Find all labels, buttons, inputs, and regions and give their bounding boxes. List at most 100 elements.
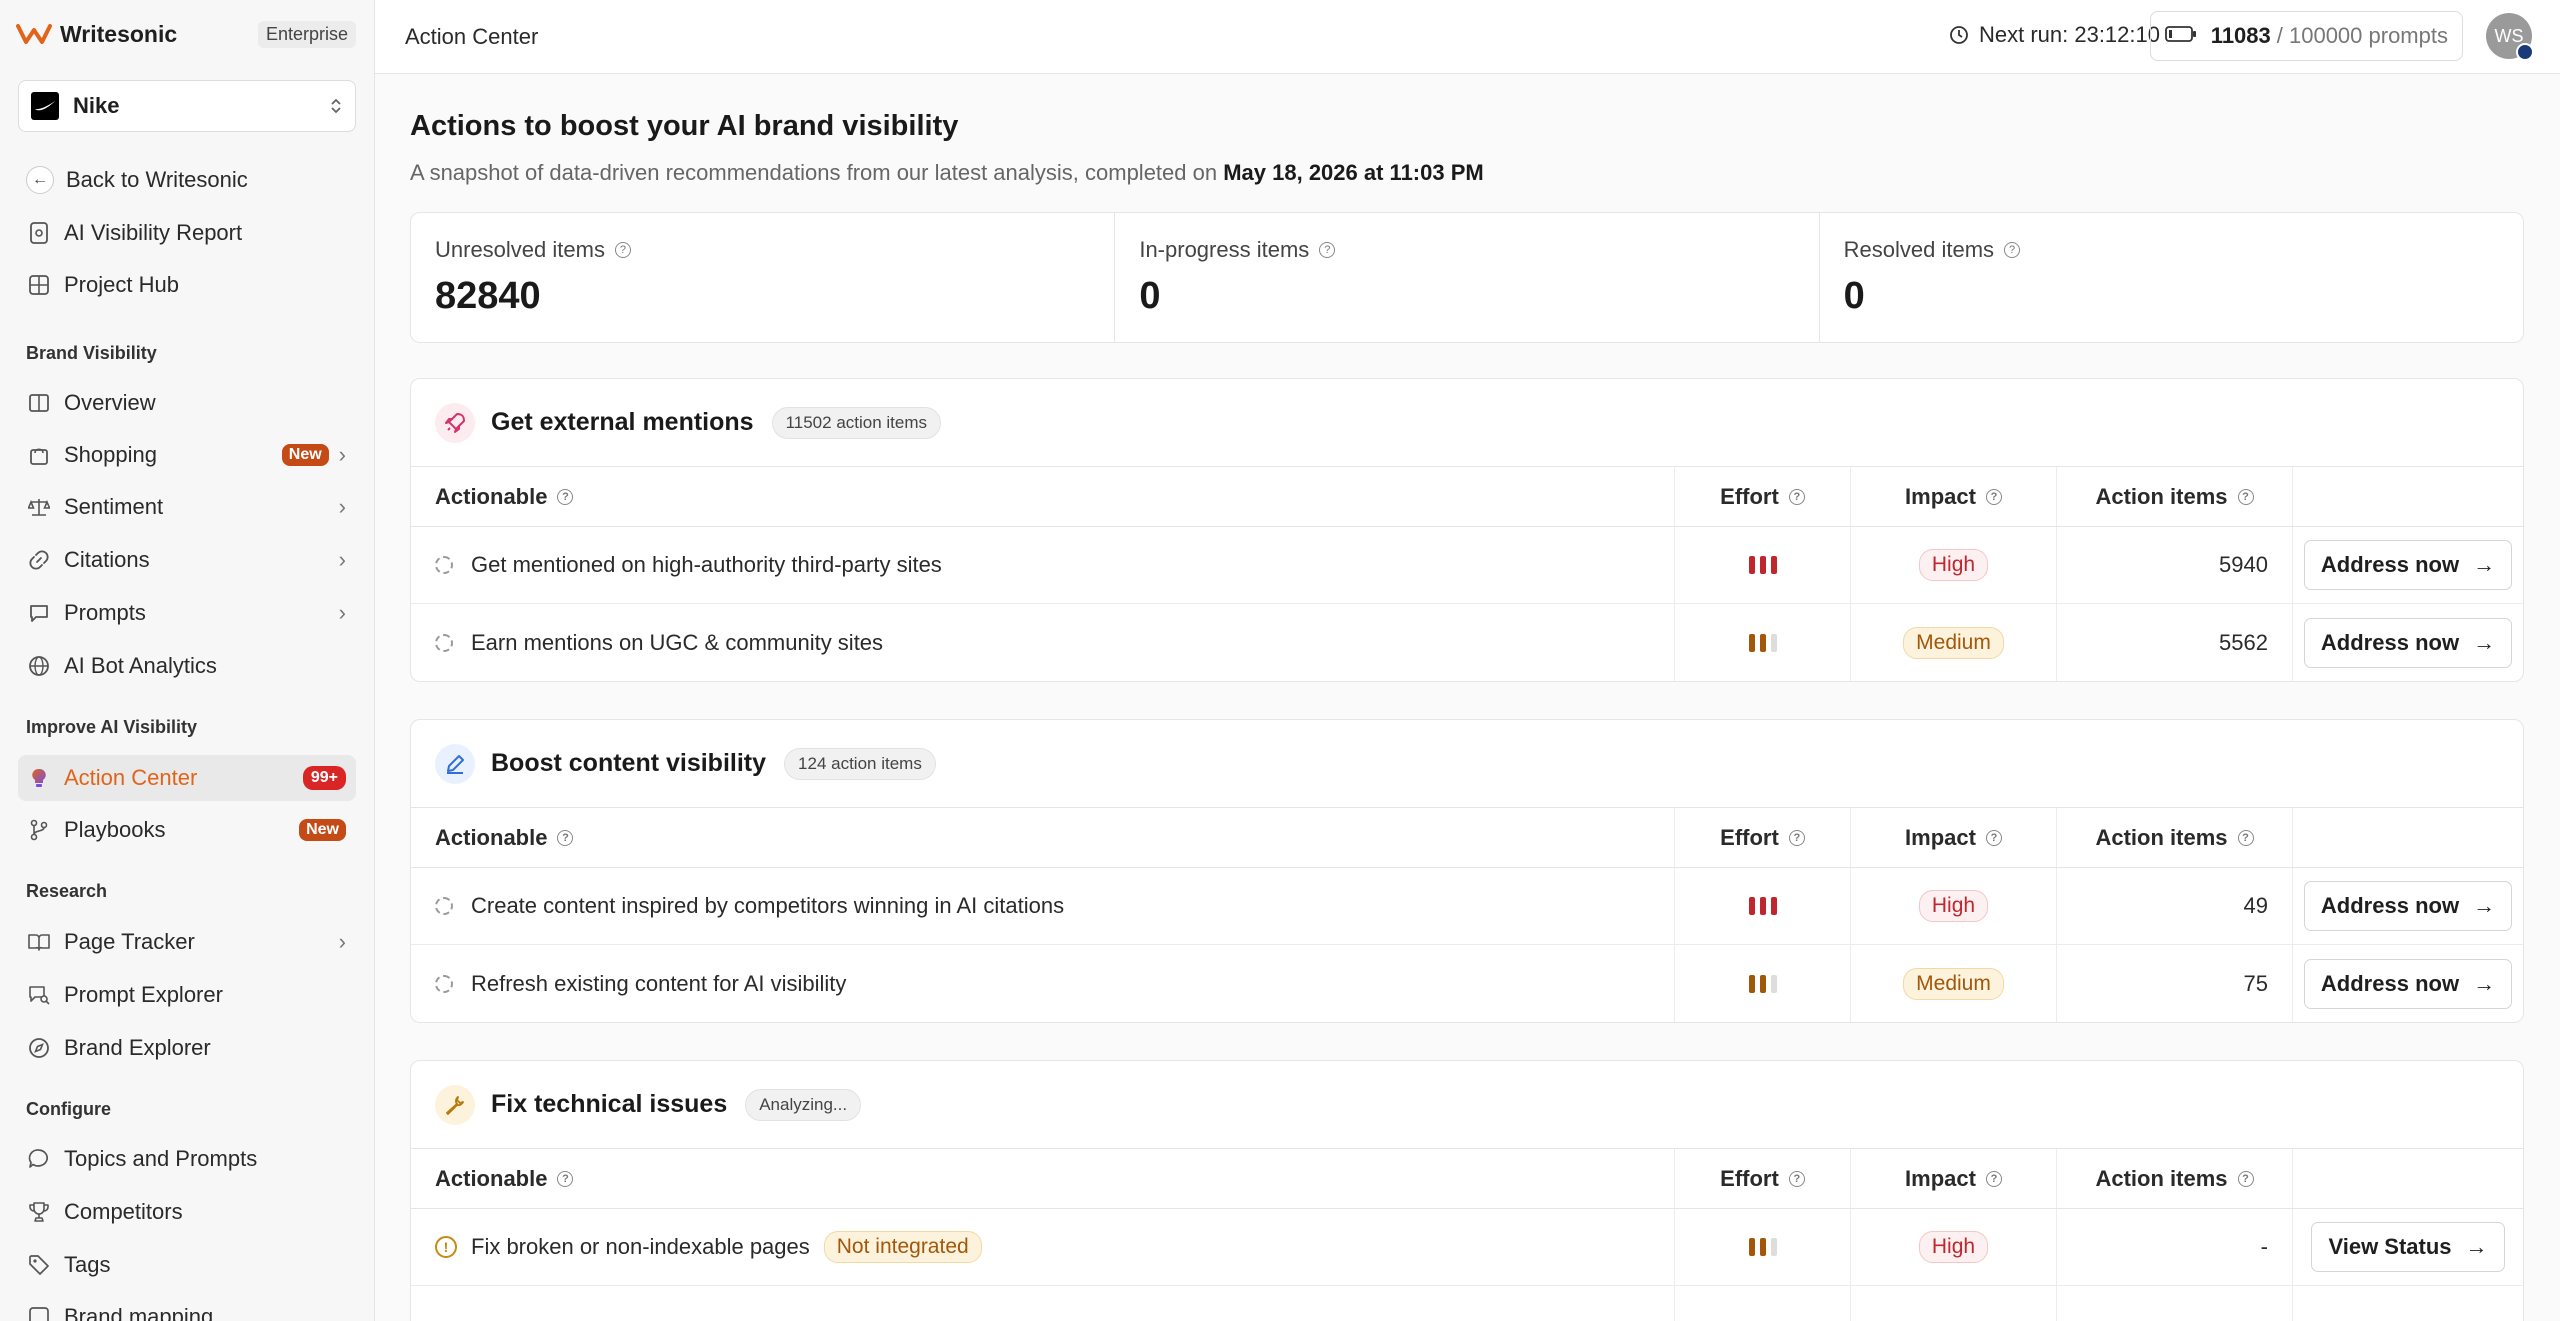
chevron-right-icon: ›	[338, 494, 346, 519]
arrow-right-icon: →	[2465, 1234, 2488, 1259]
card-title: Fix technical issues	[491, 1090, 728, 1118]
sidebar-item-shopping[interactable]: Shopping New ›	[18, 432, 356, 478]
help-icon[interactable]: ?	[1985, 829, 2002, 846]
chevron-right-icon: ›	[338, 929, 346, 954]
effort-bar	[1770, 556, 1777, 574]
help-icon[interactable]: ?	[2237, 1170, 2254, 1187]
group-card-content-visibility: Boost content visibility 124 action item…	[410, 719, 2524, 1023]
chevron-right-icon: ›	[338, 442, 346, 467]
help-icon[interactable]: ?	[1788, 829, 1805, 846]
app-root: Writesonic Enterprise Nike ← Back to Wri…	[0, 0, 2560, 1321]
sidebar-item-prompts[interactable]: Prompts ›	[18, 590, 356, 636]
effort-bar	[1770, 1238, 1777, 1256]
table-header: Actionable? Effort? Impact? Action items…	[411, 808, 2523, 868]
sidebar-item-ai-bot-analytics[interactable]: AI Bot Analytics	[18, 643, 356, 689]
stat-resolved: Resolved items? 0	[1820, 213, 2523, 342]
plan-badge: Enterprise	[257, 20, 356, 48]
effort-bar	[1770, 633, 1777, 652]
table-row-partial[interactable]	[411, 1286, 2523, 1321]
prompts-total: / 100000 prompts	[2276, 23, 2448, 48]
table-header: Actionable? Effort? Impact? Action items…	[411, 1149, 2523, 1209]
page-subtitle: A snapshot of data-driven recommendation…	[410, 160, 1484, 186]
help-icon[interactable]: ?	[1788, 1170, 1805, 1187]
sidebar-item-brand-explorer[interactable]: Brand Explorer	[18, 1025, 356, 1071]
sidebar-item-ai-visibility-report[interactable]: AI Visibility Report	[18, 210, 356, 256]
sidebar-item-page-tracker[interactable]: Page Tracker ›	[18, 919, 356, 965]
help-icon[interactable]: ?	[1319, 242, 1336, 258]
git-branch-icon	[26, 817, 52, 843]
help-icon[interactable]: ?	[1985, 488, 2002, 505]
table-row[interactable]: Earn mentions on UGC & community sites M…	[411, 604, 2523, 681]
chevron-updown-icon	[329, 96, 343, 116]
sidebar-item-playbooks[interactable]: Playbooks New	[18, 807, 356, 853]
action-count: 49	[2243, 893, 2268, 918]
stat-label: In-progress items	[1139, 237, 1310, 262]
button-label: Address now	[2320, 893, 2460, 918]
col-action	[2293, 1149, 2523, 1208]
button-label: Address now	[2320, 970, 2460, 996]
button-label: View Status	[2328, 1234, 2452, 1259]
col-impact: Impact	[1905, 483, 1976, 509]
help-icon[interactable]: ?	[2237, 829, 2254, 846]
col-action	[2293, 467, 2523, 526]
sidebar-item-tags[interactable]: Tags	[18, 1242, 356, 1288]
effort-bar	[1748, 974, 1755, 993]
impact-tag: High	[1918, 549, 1989, 581]
sidebar-item-label: Project Hub	[64, 272, 179, 297]
report-icon	[26, 220, 52, 246]
prompts-usage[interactable]: 11083 / 100000 prompts	[2149, 11, 2463, 61]
status-circle-icon	[435, 556, 453, 574]
warning-icon: !	[435, 1236, 457, 1258]
map-icon	[26, 1304, 52, 1321]
sidebar-item-sentiment[interactable]: Sentiment ›	[18, 484, 356, 530]
new-badge: New	[281, 444, 329, 466]
back-to-writesonic[interactable]: ← Back to Writesonic	[18, 157, 356, 203]
arrow-right-icon: →	[2473, 970, 2496, 996]
sidebar-item-label: Action Center	[64, 765, 198, 790]
help-icon[interactable]: ?	[2004, 242, 2021, 258]
sidebar-item-label: Prompt Explorer	[64, 982, 223, 1007]
help-icon[interactable]: ?	[557, 829, 574, 846]
sidebar-item-topics-and-prompts[interactable]: Topics and Prompts	[18, 1136, 356, 1182]
sidebar-item-action-center[interactable]: Action Center 99+	[18, 755, 356, 801]
sidebar-item-prompt-explorer[interactable]: Prompt Explorer	[18, 972, 356, 1018]
help-icon[interactable]: ?	[614, 242, 631, 258]
action-count: -	[2260, 1234, 2268, 1259]
project-selector[interactable]: Nike	[18, 80, 356, 132]
sidebar-item-label: Topics and Prompts	[64, 1146, 258, 1171]
sidebar-item-citations[interactable]: Citations ›	[18, 537, 356, 583]
help-icon[interactable]: ?	[2237, 488, 2254, 505]
sidebar-item-label: Competitors	[64, 1199, 183, 1224]
section-improve-ai-visibility: Improve AI Visibility	[26, 717, 198, 737]
effort-bar	[1770, 897, 1777, 915]
group-card-external-mentions: Get external mentions 11502 action items…	[410, 378, 2524, 682]
sidebar-item-project-hub[interactable]: Project Hub	[18, 262, 356, 308]
table-row[interactable]: ! Fix broken or non-indexable pages Not in…	[411, 1209, 2523, 1286]
status-circle-icon	[435, 897, 453, 915]
address-now-button[interactable]: Address now →	[2303, 881, 2513, 931]
address-now-button[interactable]: Address now →	[2303, 958, 2513, 1009]
help-icon[interactable]: ?	[557, 488, 574, 505]
breadcrumb: Action Center	[405, 23, 539, 49]
help-icon[interactable]: ?	[1788, 488, 1805, 505]
help-icon[interactable]: ?	[1985, 1170, 2002, 1187]
sidebar-item-brand-mapping[interactable]: Brand mapping	[18, 1294, 356, 1321]
address-now-button[interactable]: Address now →	[2303, 540, 2513, 590]
arrow-right-icon: →	[2473, 893, 2496, 918]
table-row[interactable]: Refresh existing content for AI visibili…	[411, 945, 2523, 1022]
address-now-button[interactable]: Address now →	[2303, 617, 2513, 668]
trophy-icon	[26, 1199, 52, 1225]
avatar[interactable]: WS	[2486, 13, 2534, 61]
status-circle-icon	[435, 633, 453, 652]
row-label: Get mentioned on high-authority third-pa…	[471, 552, 942, 577]
view-status-button[interactable]: View Status →	[2311, 1222, 2505, 1272]
button-label: Address now	[2320, 629, 2460, 655]
avatar-status-dot	[2516, 43, 2534, 61]
effort-bar	[1759, 556, 1766, 574]
help-icon[interactable]: ?	[557, 1170, 574, 1187]
table-row[interactable]: Get mentioned on high-authority third-pa…	[411, 527, 2523, 604]
row-label: Refresh existing content for AI visibili…	[471, 970, 847, 996]
sidebar-item-competitors[interactable]: Competitors	[18, 1189, 356, 1235]
sidebar-item-overview[interactable]: Overview	[18, 380, 356, 426]
table-row[interactable]: Create content inspired by competitors w…	[411, 868, 2523, 945]
